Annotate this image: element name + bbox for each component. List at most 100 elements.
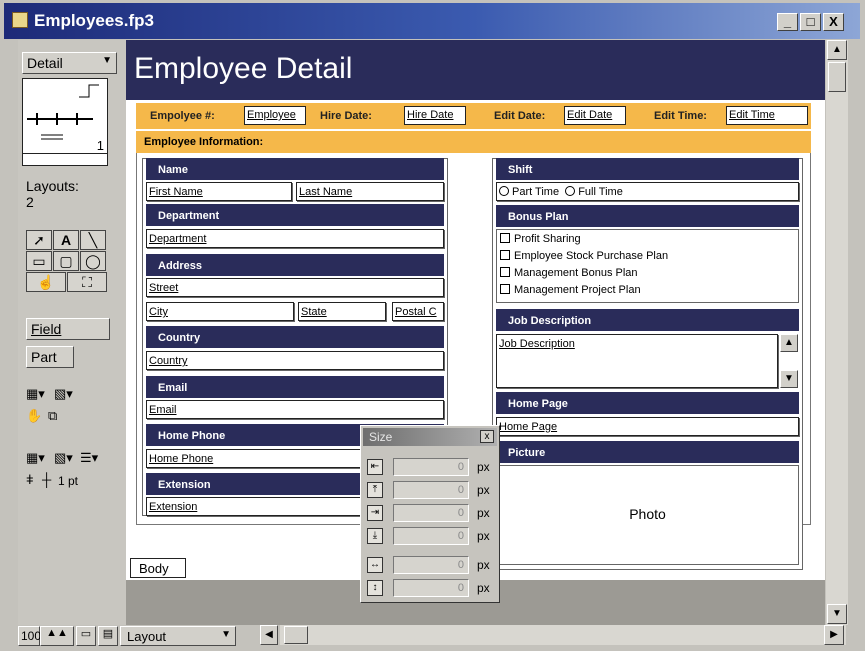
scroll-down-icon[interactable]: ▼ — [827, 604, 847, 624]
department-field[interactable]: Department — [146, 229, 444, 248]
mode-popup[interactable]: Layout ▼ — [120, 626, 236, 646]
field-tool[interactable]: Field — [26, 318, 110, 340]
bottom-value-field[interactable]: 0 — [393, 527, 469, 545]
size-row-right: ⇥ 0 px — [367, 504, 495, 522]
fill-pattern-icon[interactable]: ▧▾ — [54, 386, 73, 402]
line-tool-icon[interactable]: ╲ — [80, 230, 106, 250]
street-field[interactable]: Street — [146, 278, 444, 297]
scroll-up-icon[interactable]: ▲ — [827, 40, 847, 60]
rounded-rectangle-tool-icon[interactable]: ▢ — [53, 251, 79, 271]
pen-icon[interactable]: ǂ — [26, 472, 34, 487]
pen-color-icon[interactable]: ▦▾ — [26, 450, 45, 466]
employee-information-label: Employee Information: — [136, 131, 811, 153]
postal-code-field[interactable]: Postal C — [392, 302, 444, 321]
unit-label: px — [477, 483, 490, 497]
right-edge-icon: ⇥ — [367, 505, 383, 521]
zoom-level[interactable]: 100 — [18, 626, 41, 646]
email-field[interactable]: Email — [146, 400, 444, 419]
employee-number-label: Empolyee #: — [150, 110, 215, 122]
scroll-left-icon[interactable]: ◀ — [260, 625, 278, 645]
employee-number-field[interactable]: Employee — [244, 106, 306, 125]
text-tool-icon[interactable]: A — [53, 230, 79, 250]
checkbox-label: Management Project Plan — [514, 284, 641, 296]
last-name-field[interactable]: Last Name — [296, 182, 444, 201]
object-effects-icon[interactable]: ⧉ — [48, 408, 57, 424]
layouts-label: Layouts: — [26, 178, 79, 194]
picture-header: Picture — [496, 441, 799, 463]
radio-icon[interactable] — [565, 186, 576, 196]
profit-sharing-checkbox[interactable]: Profit Sharing — [500, 233, 581, 245]
photo-field[interactable]: Photo — [496, 465, 799, 565]
fill-color-icon[interactable]: ▦▾ — [26, 386, 45, 402]
city-field[interactable]: City — [146, 302, 294, 321]
height-value-field[interactable]: 0 — [393, 579, 469, 597]
horizontal-scrollbar[interactable]: ◀ ▶ — [260, 625, 846, 645]
checkbox-label: Management Bonus Plan — [514, 267, 638, 279]
left-value-field[interactable]: 0 — [393, 458, 469, 476]
country-field[interactable]: Country — [146, 351, 444, 370]
top-value-field[interactable]: 0 — [393, 481, 469, 499]
crosshair-icon[interactable]: ┼ — [42, 472, 51, 487]
management-project-checkbox[interactable]: Management Project Plan — [500, 284, 641, 296]
close-icon[interactable]: x — [480, 430, 494, 443]
effects-hand-icon[interactable]: ✋ — [26, 408, 42, 424]
width-value-field[interactable]: 0 — [393, 556, 469, 574]
portal-tool-icon[interactable]: ⛶ — [67, 272, 107, 292]
size-palette[interactable]: Size x ⇤ 0 px ⤒ 0 px ⇥ 0 px ⤓ 0 px ↔ 0 p… — [360, 425, 500, 603]
stock-purchase-checkbox[interactable]: Employee Stock Purchase Plan — [500, 250, 668, 262]
maximize-button[interactable]: □ — [800, 13, 821, 31]
width-icon: ↔ — [367, 557, 383, 573]
size-palette-title: Size — [369, 430, 393, 444]
book-slider[interactable] — [23, 153, 107, 165]
state-field[interactable]: State — [298, 302, 386, 321]
size-row-bottom: ⤓ 0 px — [367, 527, 495, 545]
scroll-thumb[interactable] — [828, 62, 846, 92]
edit-date-field[interactable]: Edit Date — [564, 106, 626, 125]
line-style-icon[interactable]: ☰▾ — [80, 450, 98, 466]
part-tool[interactable]: Part — [26, 346, 74, 368]
mode-icon[interactable]: ▤ — [98, 626, 118, 646]
layout-book[interactable]: 1 — [22, 78, 108, 166]
zoom-buttons-icon[interactable]: ▲▲ — [40, 626, 74, 646]
scroll-thumb[interactable] — [284, 626, 308, 644]
management-bonus-checkbox[interactable]: Management Bonus Plan — [500, 267, 638, 279]
hire-date-field[interactable]: Hire Date — [404, 106, 466, 125]
size-palette-title-bar[interactable]: Size x — [363, 428, 497, 446]
page-title[interactable]: Employee Detail — [134, 52, 352, 86]
status-area-toggle-icon[interactable]: ▭ — [76, 626, 96, 646]
title-bar[interactable]: Employees.fp3 _ □ X — [4, 3, 860, 39]
unit-label: px — [477, 581, 490, 595]
home-page-header: Home Page — [496, 392, 799, 414]
scroll-right-icon[interactable]: ▶ — [824, 625, 844, 645]
first-name-field[interactable]: First Name — [146, 182, 292, 201]
app-window: Employees.fp3 _ □ X Detail ▼ 1 Layouts: … — [0, 0, 865, 651]
right-value-field[interactable]: 0 — [393, 504, 469, 522]
status-area: Detail ▼ 1 Layouts: 2 ➚ A ╲ ▭ ▢ ◯ ☝ ⛶ Fi… — [18, 40, 126, 631]
checkbox-icon — [500, 267, 510, 277]
radio-icon[interactable] — [499, 186, 509, 196]
layout-popup-menu[interactable]: Detail ▼ — [22, 52, 117, 74]
scroll-up-icon[interactable]: ▲ — [780, 334, 798, 352]
pen-pattern-icon[interactable]: ▧▾ — [54, 450, 73, 466]
pointer-tool-icon[interactable]: ➚ — [26, 230, 52, 250]
status-bar: 100 ▲▲ ▭ ▤ Layout ▼ ◀ ▶ — [18, 625, 848, 647]
home-page-field[interactable]: Home Page — [496, 417, 799, 436]
scroll-down-icon[interactable]: ▼ — [780, 370, 798, 388]
close-button[interactable]: X — [823, 13, 844, 31]
minimize-button[interactable]: _ — [777, 13, 798, 31]
job-description-header: Job Description — [496, 309, 799, 331]
hire-date-label: Hire Date: — [320, 110, 372, 122]
body-part-tab[interactable]: Body — [130, 558, 186, 578]
vertical-scrollbar[interactable]: ▲ ▼ — [826, 40, 848, 625]
rectangle-tool-icon[interactable]: ▭ — [26, 251, 52, 271]
job-description-field[interactable]: Job Description — [496, 334, 778, 388]
button-tool-icon[interactable]: ☝ — [26, 272, 66, 292]
edit-time-field[interactable]: Edit Time — [726, 106, 808, 125]
checkbox-label: Profit Sharing — [514, 233, 581, 245]
checkbox-icon — [500, 284, 510, 294]
unit-label: px — [477, 460, 490, 474]
line-width-label[interactable]: 1 pt — [58, 474, 78, 488]
shift-radio-group[interactable]: Part Time Full Time — [496, 182, 799, 201]
oval-tool-icon[interactable]: ◯ — [80, 251, 106, 271]
email-header: Email — [146, 376, 444, 398]
